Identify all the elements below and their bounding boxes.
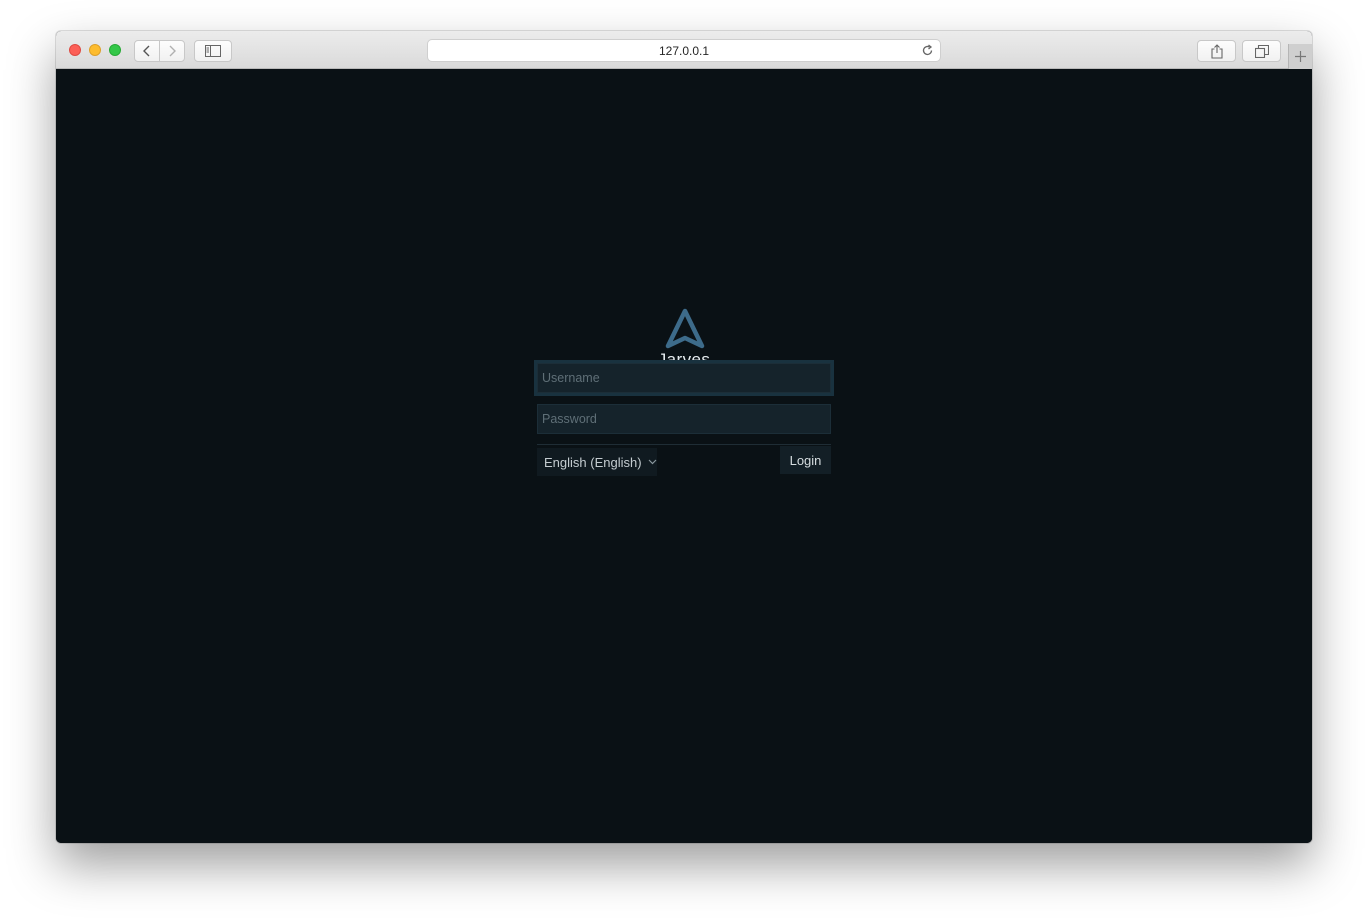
reload-icon — [922, 44, 933, 56]
url-text: 127.0.0.1 — [658, 43, 710, 58]
plus-icon — [1295, 51, 1306, 62]
chevron-down-icon — [648, 459, 657, 465]
browser-toolbar: 127.0.0.1 — [56, 31, 1312, 69]
forward-button[interactable] — [159, 40, 185, 62]
sidebar-button[interactable] — [194, 40, 232, 62]
maximize-window-button[interactable] — [109, 44, 121, 56]
browser-window: 127.0.0.1 Jarves English (English) — [56, 31, 1312, 843]
minimize-window-button[interactable] — [89, 44, 101, 56]
chevron-left-icon — [143, 45, 150, 57]
form-divider — [537, 444, 831, 445]
page-viewport: Jarves English (English) Login — [56, 69, 1312, 843]
close-window-button[interactable] — [69, 44, 81, 56]
sidebar-icon — [205, 45, 221, 57]
share-button[interactable] — [1197, 40, 1236, 62]
share-icon — [1210, 43, 1223, 59]
reload-button[interactable] — [920, 43, 935, 58]
password-input[interactable] — [537, 404, 831, 434]
language-select[interactable]: English (English) — [537, 448, 657, 476]
back-button[interactable] — [134, 40, 160, 62]
new-tab-button[interactable] — [1288, 44, 1312, 69]
chevron-right-icon — [169, 45, 176, 57]
address-bar[interactable]: 127.0.0.1 — [427, 39, 941, 62]
triangle-logo-icon — [665, 308, 705, 349]
language-select-value: English (English) — [544, 454, 642, 470]
username-input[interactable] — [537, 363, 831, 393]
login-button[interactable]: Login — [780, 446, 831, 474]
tabs-overview-icon — [1254, 44, 1269, 58]
tabs-overview-button[interactable] — [1242, 40, 1281, 62]
